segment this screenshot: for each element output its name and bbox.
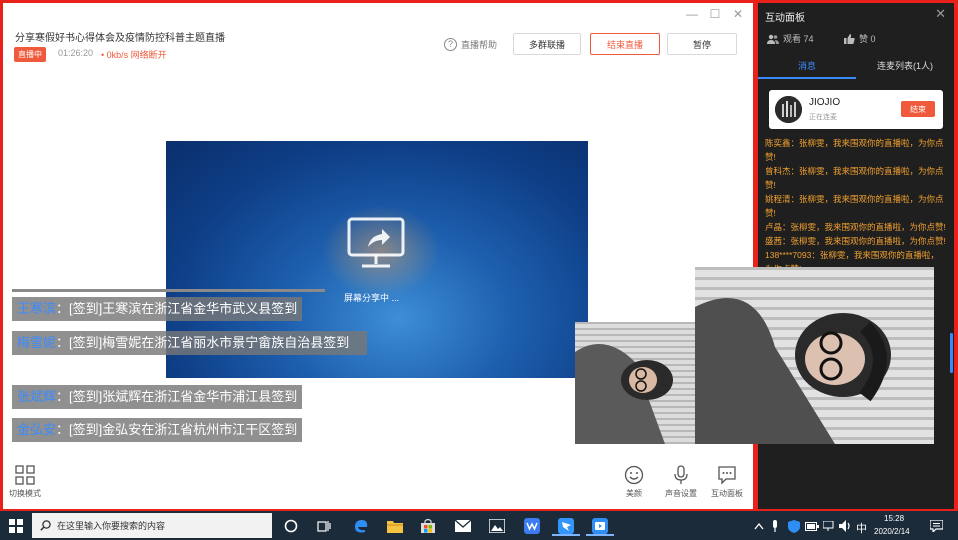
audio-settings-label: 声音设置 [665,489,697,498]
chat-message: 张斌辉：[签到]张斌辉在浙江省金华市浦江县签到 [12,385,303,409]
minimize-icon[interactable]: — [685,7,699,21]
mic-user-name: JIOJIO [809,97,841,108]
live-app-icon[interactable] [586,516,614,536]
chat-text: ：[签到]王寒滨在浙江省金华市武义县签到 [56,301,298,316]
live-title: 分享寒假好书心得体会及疫情防控科普主题直播 [15,33,225,44]
chat-divider [12,289,325,292]
security-shield-icon[interactable] [786,516,802,536]
screen-share-status: 屏幕分享中 ... [344,293,400,303]
users-icon [767,34,779,44]
mic-user-status: 正在连麦 [809,114,837,121]
thumbs-up-icon [844,33,855,44]
list-item: 卢晶：张柳雯，我来围观你的直播啦，为你点赞! [765,222,946,232]
pause-button[interactable]: 暂停 [667,33,737,55]
tray-microphone-icon[interactable] [768,516,782,536]
photos-icon[interactable] [487,516,507,536]
list-item: 姚程清：张柳雯，我来围观你的直播啦，为你点赞! [765,194,944,218]
end-mic-button[interactable]: 结束 [901,101,935,117]
notification-icon[interactable] [928,516,944,536]
chat-message: 金弘安：[签到]金弘安在浙江省杭州市江干区签到 [12,418,303,442]
wps-icon[interactable] [522,516,542,536]
windows-start-icon[interactable] [9,519,23,533]
close-icon[interactable]: ✕ [731,7,745,21]
chat-message: 梅雪妮：[签到]梅雪妮在浙江省丽水市景宁畲族自治县签到 [12,331,367,355]
beauty-label: 美颜 [626,489,642,498]
list-item: 陈奕鑫：张柳雯，我来围观你的直播啦，为你点赞! [765,138,944,162]
window-controls: — ☐ ✕ [685,7,745,21]
panel-scrollbar[interactable] [950,333,953,373]
list-item: 曾科杰：张柳雯，我来围观你的直播啦，为你点赞! [765,166,944,190]
like-count: 赞 0 [844,32,876,45]
volume-icon[interactable] [838,516,854,536]
multi-group-broadcast-button[interactable]: 多群联播 [513,33,581,55]
end-live-button[interactable]: 结束直播 [590,33,660,55]
chat-bubble-icon [718,466,736,485]
live-help-label: 直播帮助 [461,40,498,50]
mic-user-video [575,322,695,444]
live-help-link[interactable]: ? 直播帮助 [444,38,497,51]
microphone-icon [674,465,688,484]
edge-browser-icon[interactable] [351,516,371,536]
view-count-label: 观看 74 [783,34,814,44]
panel-close-icon[interactable]: ✕ [935,6,946,22]
interact-panel-label: 互动面板 [711,489,743,498]
chat-user-name: 王寒滨 [17,301,57,316]
taskbar-search-input[interactable]: 在这里输入你要搜索的内容 [32,513,272,538]
beauty-button[interactable]: 美颜 [624,465,644,499]
live-timer: 01:26:20 [58,48,94,58]
clock-time[interactable]: 15:28 [884,514,904,523]
ime-indicator[interactable]: 中 [856,520,867,536]
panel-title: 互动面板 [765,13,805,24]
live-status-badge: 直播中 [14,47,46,62]
maximize-icon[interactable]: ☐ [708,7,722,21]
tab-messages[interactable]: 消息 [758,59,856,79]
chat-user-name: 张斌辉 [17,389,57,404]
tray-expand-icon[interactable] [752,516,766,536]
view-count: 观看 74 [767,32,814,45]
like-count-label: 赞 0 [859,34,876,44]
cortana-icon[interactable] [281,516,301,536]
tab-mic-list[interactable]: 连麦列表(1人) [856,59,954,77]
dingtalk-icon[interactable] [552,516,580,536]
clock-date[interactable]: 2020/2/14 [874,527,910,536]
search-icon [40,520,51,531]
search-placeholder: 在这里输入你要搜索的内容 [57,521,166,531]
taskbar: 在这里输入你要搜索的内容 中 15:28 2020/2/14 [0,511,958,540]
list-item: 盛茜：张柳雯，我来围观你的直播啦，为你点赞! [765,236,946,246]
smile-icon [624,465,644,485]
mail-icon[interactable] [453,516,473,536]
grid-icon [15,465,35,485]
help-icon: ? [444,38,457,51]
chat-text: ：[签到]张斌辉在浙江省金华市浦江县签到 [56,389,298,404]
switch-mode-label: 切换模式 [9,489,41,498]
audio-settings-button[interactable]: 声音设置 [665,465,697,499]
interact-panel-button[interactable]: 互动面板 [711,465,743,499]
store-icon[interactable] [418,516,438,536]
chat-message: 王寒滨：[签到]王寒滨在浙江省金华市武义县签到 [12,297,303,321]
network-status: • 0kb/s 网络断开 [101,50,167,60]
battery-icon[interactable] [804,516,820,536]
chat-user-name: 金弘安 [17,422,57,437]
chat-text: ：[签到]金弘安在浙江省杭州市江干区签到 [56,422,298,437]
message-list: 陈奕鑫：张柳雯，我来围观你的直播啦，为你点赞! 曾科杰：张柳雯，我来围观你的直播… [765,136,947,276]
avatar [775,96,802,123]
task-view-icon[interactable] [314,516,334,536]
switch-mode-button[interactable]: 切换模式 [9,465,41,499]
screen-share-icon [347,217,405,268]
chat-text: ：[签到]梅雪妮在浙江省丽水市景宁畲族自治县签到 [56,335,350,350]
mic-user-card: JIOJIO 正在连麦 结束 [769,90,943,129]
file-explorer-icon[interactable] [385,516,405,536]
chat-user-name: 梅雪妮 [17,335,57,350]
host-video [695,267,934,444]
network-icon[interactable] [822,516,838,536]
